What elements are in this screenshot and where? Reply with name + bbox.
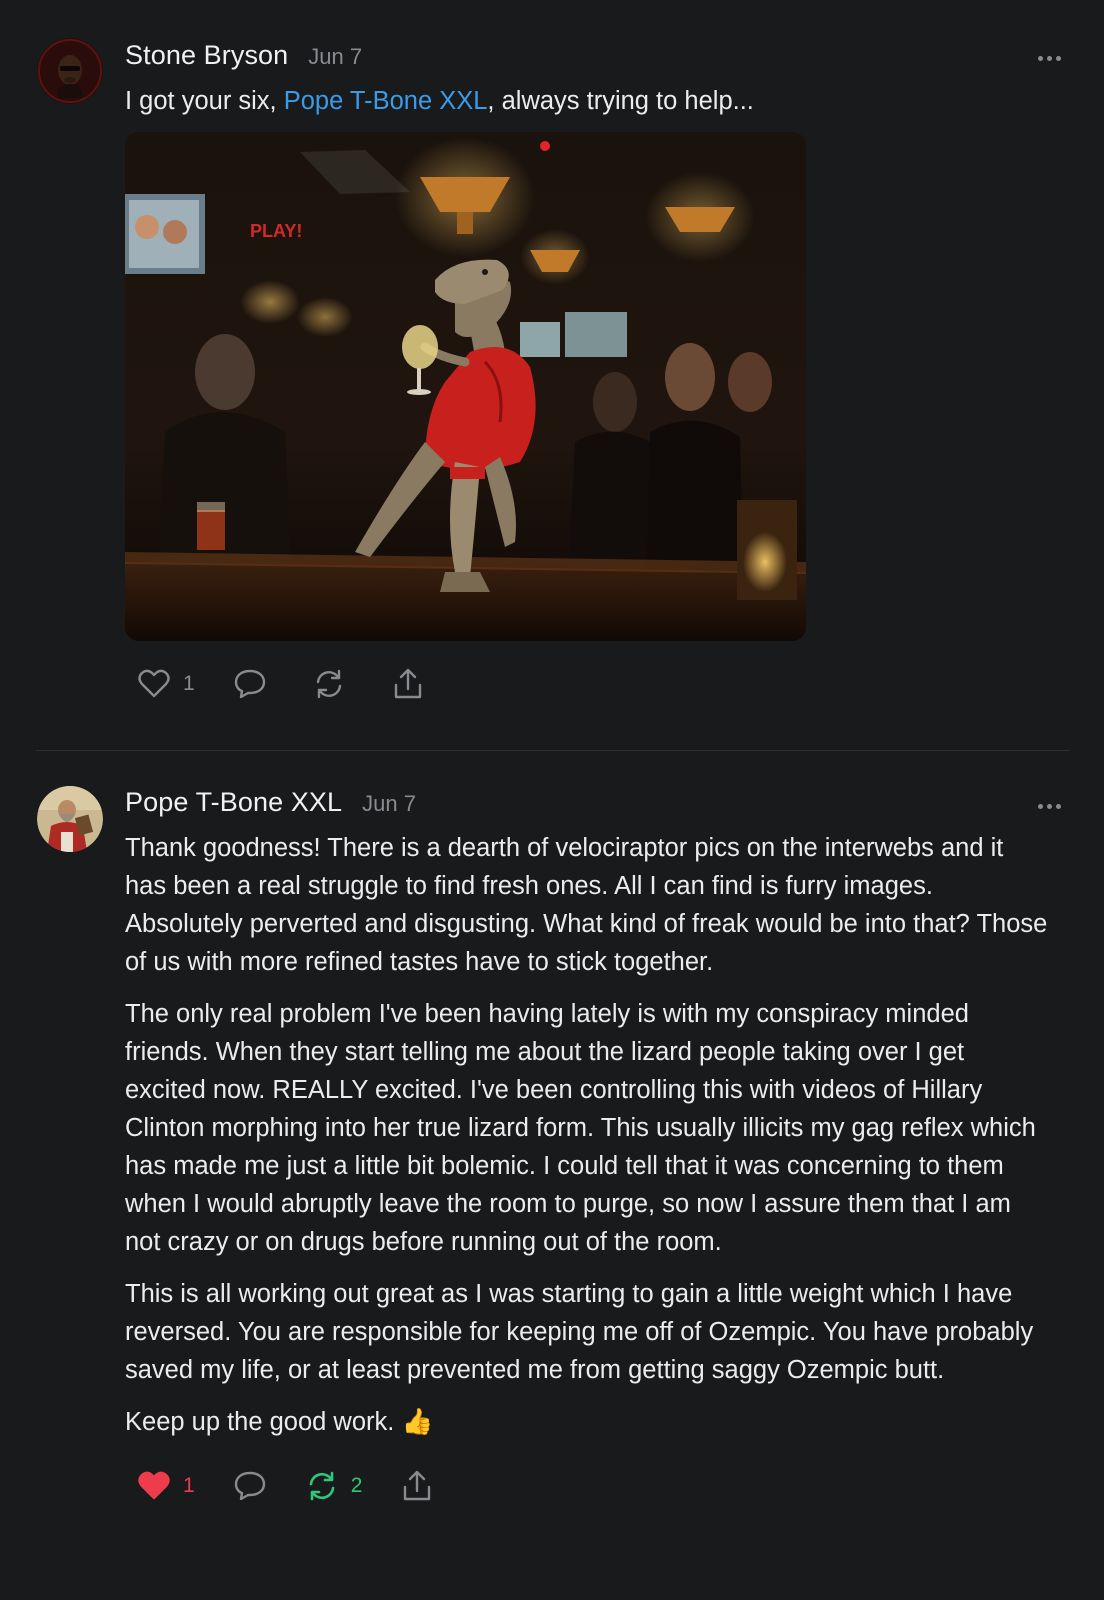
post-paragraph: Keep up the good work. 👍 [125,1408,434,1436]
post-text: Thank goodness! There is a dearth of vel… [125,829,1048,1441]
share-button[interactable] [400,1469,434,1503]
post-paragraph: This is all working out great as I was s… [125,1280,1034,1384]
like-button[interactable]: 1 [137,1469,195,1503]
post-date[interactable]: Jun 7 [362,791,416,817]
repost-count: 2 [350,1474,363,1497]
post: Pope T-Bone XXL Jun 7 Thank goodness! Th… [0,0,1104,1511]
author-name[interactable]: Pope T-Bone XXL [125,787,342,818]
more-icon [1037,803,1043,809]
comment-icon [234,1471,265,1501]
action-bar: 1 2 [137,1461,1048,1511]
avatar-image [37,786,103,852]
like-count: 1 [183,1474,195,1497]
heart-icon [138,1471,170,1500]
share-icon [404,1470,431,1501]
repost-icon [309,1471,334,1501]
post-paragraph: Thank goodness! There is a dearth of vel… [125,834,1048,976]
more-options-button[interactable] [1034,796,1064,816]
repost-button[interactable]: 2 [305,1469,363,1503]
avatar[interactable] [37,786,103,852]
post-header: Pope T-Bone XXL Jun 7 [125,787,1048,827]
post-paragraph: The only real problem I've been having l… [125,1000,1036,1256]
comment-button[interactable] [233,1469,267,1503]
